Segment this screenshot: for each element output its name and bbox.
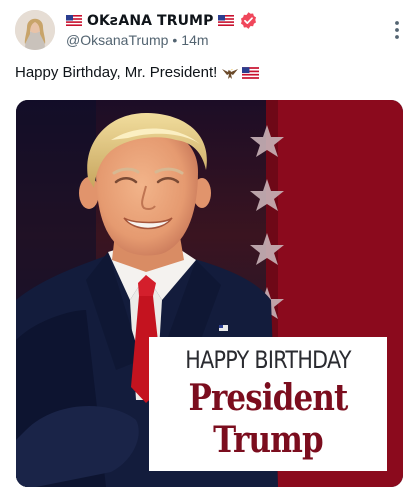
author-handle[interactable]: @OksanaTrump bbox=[66, 32, 168, 48]
birthday-card: HAPPY BIRTHDAY President Trump bbox=[149, 337, 387, 471]
verified-badge-icon bbox=[241, 12, 257, 29]
card-title-line2: Trump bbox=[213, 419, 324, 461]
card-heading: HAPPY BIRTHDAY bbox=[185, 346, 351, 374]
post-timestamp[interactable]: 14m bbox=[181, 32, 208, 48]
post-image[interactable]: HAPPY BIRTHDAY President Trump bbox=[16, 100, 403, 487]
post-header: OKꙅANA TRUMP @OksanaTrump • 14m bbox=[0, 0, 419, 60]
us-flag-icon bbox=[242, 66, 260, 79]
meta-separator: • bbox=[172, 32, 178, 48]
eagle-icon bbox=[222, 66, 239, 79]
more-vertical-icon[interactable] bbox=[393, 20, 401, 40]
us-flag-icon bbox=[218, 15, 235, 26]
us-flag-icon bbox=[66, 15, 82, 26]
avatar[interactable] bbox=[15, 10, 55, 50]
post-text: Happy Birthday, Mr. President! bbox=[15, 64, 260, 81]
author-display-name[interactable]: OKꙅANA TRUMP bbox=[87, 13, 213, 29]
card-title-line1: President bbox=[188, 377, 349, 419]
post-text-body: Happy Birthday, Mr. President! bbox=[15, 64, 218, 81]
